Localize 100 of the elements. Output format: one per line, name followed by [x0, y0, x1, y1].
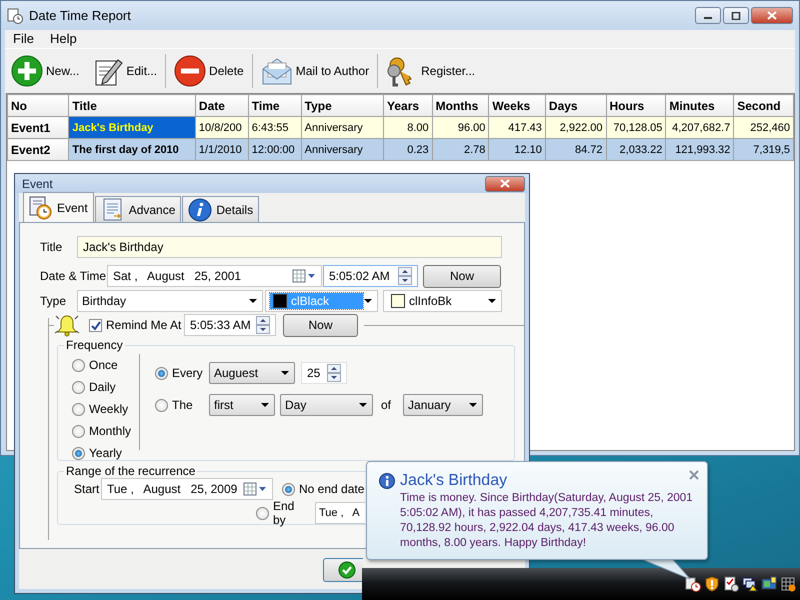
balloon-title: Jack's Birthday: [400, 472, 508, 490]
radio-button[interactable]: [72, 380, 85, 394]
field-label: Type: [40, 294, 68, 308]
now-button[interactable]: Now: [283, 314, 358, 336]
close-icon: [767, 11, 777, 20]
date-field[interactable]: Tue , A: [315, 502, 365, 524]
table-cell: 0.23: [384, 138, 432, 160]
clock-icon[interactable]: [685, 576, 701, 592]
radio-label[interactable]: No end date: [299, 482, 364, 496]
toolbar-button[interactable]: New...: [5, 51, 86, 91]
month-dropdown[interactable]: Auguest: [209, 362, 295, 384]
table-cell: 2,033.22: [606, 138, 666, 160]
caret-icon: [248, 297, 258, 305]
calendar-icon[interactable]: [243, 482, 267, 496]
date-field[interactable]: Tue , August 25, 2009: [101, 478, 273, 500]
toolbar-button[interactable]: Mail to Author: [254, 51, 376, 91]
time-field[interactable]: 5:05:02 AM: [323, 265, 418, 287]
column-header[interactable]: Years: [384, 94, 432, 116]
column-header[interactable]: Title: [68, 94, 196, 116]
toolbar-button[interactable]: Register...: [380, 51, 482, 91]
table-cell: Anniversary: [301, 116, 384, 138]
tab[interactable]: Advance: [94, 196, 182, 222]
field-label: Title: [40, 240, 64, 254]
column-header[interactable]: Type: [301, 94, 384, 116]
column-header[interactable]: Weeks: [488, 94, 546, 116]
minus-icon: [174, 55, 206, 87]
column-header[interactable]: Time: [248, 94, 302, 116]
monitor-icon[interactable]: [761, 576, 777, 592]
tab[interactable]: Details: [182, 196, 260, 222]
tab[interactable]: Event: [23, 192, 94, 222]
field-label: Start: [74, 482, 100, 496]
column-header[interactable]: Days: [545, 94, 606, 116]
table-cell: 70,128.05: [606, 116, 666, 138]
time-field[interactable]: 5:05:33 AM: [184, 314, 276, 336]
clock-document-icon: [29, 196, 53, 220]
spin-icon[interactable]: [398, 267, 412, 285]
shield-icon[interactable]: [704, 576, 720, 592]
type-dropdown[interactable]: Birthday: [77, 290, 263, 312]
dialog-title: Event: [22, 176, 54, 190]
minimize-button[interactable]: [695, 7, 721, 24]
table-cell: 10/8/200: [195, 116, 248, 138]
column-header[interactable]: Months: [432, 94, 489, 116]
radio-label[interactable]: Daily: [89, 380, 116, 394]
radio-label[interactable]: Monthly: [89, 424, 132, 438]
network-warning-icon[interactable]: [742, 576, 758, 592]
column-header[interactable]: Minutes: [666, 94, 734, 116]
radio-label[interactable]: Weekly: [89, 402, 128, 416]
checklist-icon[interactable]: [723, 576, 739, 592]
ordinal-dropdown[interactable]: first: [209, 394, 275, 416]
grid-warning-icon[interactable]: [780, 576, 796, 592]
bell-icon: [54, 313, 80, 337]
checkbox[interactable]: [89, 318, 102, 332]
close-button[interactable]: [485, 176, 525, 192]
now-button[interactable]: Now: [423, 264, 501, 288]
column-header[interactable]: Hours: [606, 94, 666, 116]
radio-button[interactable]: [72, 424, 85, 438]
ok-button[interactable]: [323, 558, 363, 582]
table-cell: 4,207,682.7: [666, 116, 734, 138]
toolbar-button[interactable]: Delete: [168, 51, 250, 91]
row-header: Event2: [8, 138, 69, 160]
radio-button[interactable]: [155, 398, 168, 412]
month-dropdown[interactable]: January: [403, 394, 484, 416]
maximize-button[interactable]: [723, 7, 749, 24]
menu-item[interactable]: File: [5, 30, 42, 48]
unit-dropdown[interactable]: Day: [280, 394, 373, 416]
caret-icon: [487, 297, 497, 305]
table-cell: 252,460: [734, 116, 794, 138]
close-button[interactable]: [751, 7, 793, 24]
radio-button[interactable]: [282, 482, 295, 496]
column-header[interactable]: Date: [195, 94, 248, 116]
radio-label[interactable]: The: [172, 398, 205, 412]
radio-button[interactable]: [72, 402, 85, 416]
info-icon: [379, 473, 395, 489]
column-header[interactable]: Second: [734, 94, 794, 116]
spin-icon[interactable]: [256, 316, 270, 334]
caret-icon: [280, 369, 290, 377]
title-field[interactable]: Jack's Birthday: [77, 236, 502, 258]
clock-document-icon: [7, 8, 23, 24]
day-field[interactable]: 25: [301, 362, 347, 384]
date-field[interactable]: Sat , August 25, 2001: [107, 265, 322, 287]
column-header[interactable]: No: [8, 94, 69, 116]
radio-label[interactable]: Once: [89, 358, 118, 372]
radio-button[interactable]: [72, 446, 85, 460]
radio-label[interactable]: Yearly: [89, 446, 122, 460]
radio-button[interactable]: [155, 366, 168, 380]
caret-icon: [468, 401, 478, 409]
menu-item[interactable]: Help: [42, 30, 85, 48]
calendar-icon[interactable]: [292, 269, 316, 283]
checkbox-label[interactable]: Remind Me At: [106, 318, 184, 332]
table-cell: 84.72: [545, 138, 606, 160]
table-cell: 96.00: [432, 116, 489, 138]
toolbar-button[interactable]: Edit...: [85, 51, 164, 91]
radio-button[interactable]: [256, 506, 269, 520]
color-dropdown[interactable]: clInfoBk: [383, 290, 502, 312]
radio-label[interactable]: Every: [172, 366, 205, 380]
radio-label[interactable]: End by: [273, 499, 309, 527]
radio-button[interactable]: [72, 358, 85, 372]
spin-icon[interactable]: [327, 364, 341, 382]
table-cell: Anniversary: [301, 138, 384, 160]
close-icon[interactable]: [689, 470, 699, 480]
